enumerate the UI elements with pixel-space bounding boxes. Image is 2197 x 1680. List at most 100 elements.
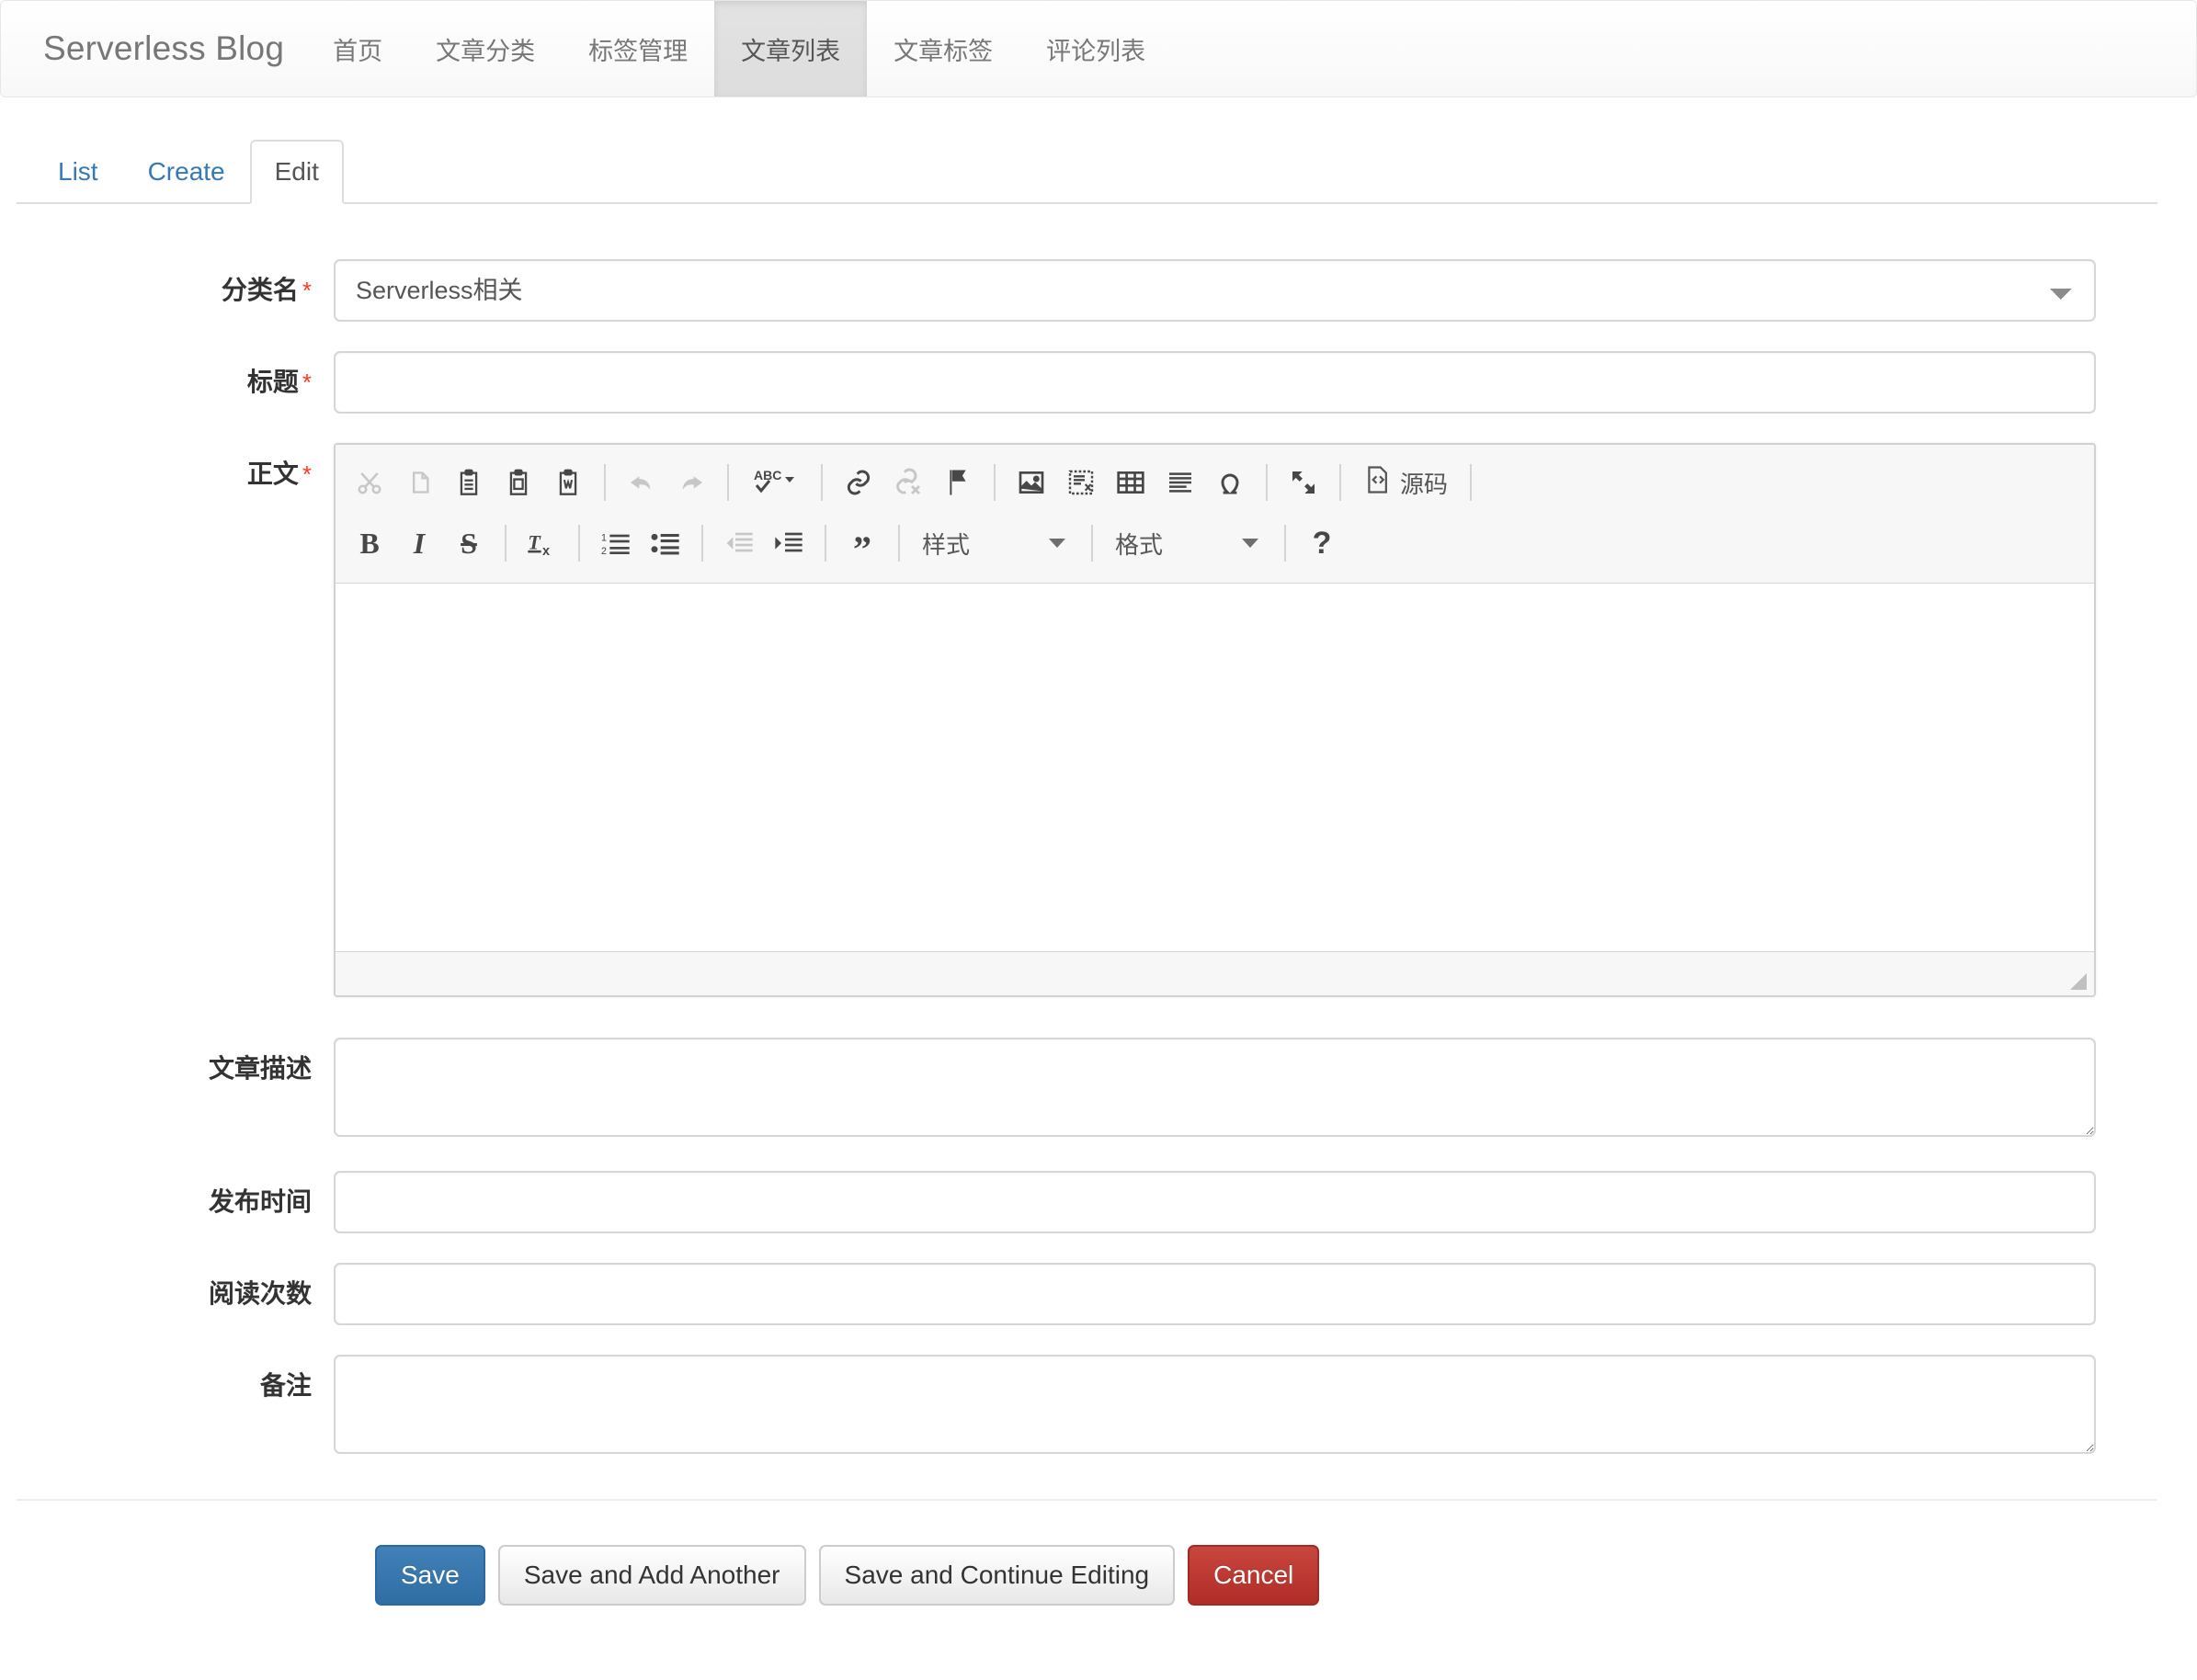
strikethrough-glyph: S	[461, 526, 477, 560]
paste-word-icon[interactable]	[544, 459, 592, 506]
copy-icon[interactable]	[395, 459, 443, 506]
save-and-add-another-button[interactable]: Save and Add Another	[497, 1545, 806, 1606]
required-marker: *	[302, 277, 312, 304]
nav-item-tag-management[interactable]: 标签管理	[562, 1, 714, 96]
editor-footer	[336, 951, 2094, 995]
toolbar-separator	[1266, 464, 1268, 501]
toolbar-separator	[604, 464, 606, 501]
label-content-text: 正文	[246, 460, 299, 488]
nav-item-article-tag[interactable]: 文章标签	[867, 1, 1019, 96]
nav-item-home[interactable]: 首页	[306, 1, 409, 96]
nav-item-comment-list[interactable]: 评论列表	[1019, 1, 1172, 96]
tab-list[interactable]: List	[33, 140, 123, 204]
category-select[interactable]: Serverless相关	[334, 259, 2096, 322]
italic-icon[interactable]: I	[395, 519, 443, 567]
label-category: 分类名 *	[0, 259, 334, 307]
field-category: Serverless相关	[334, 259, 2096, 322]
label-description: 文章描述	[208, 1054, 312, 1083]
italic-glyph: I	[413, 526, 426, 560]
editor-content-area[interactable]	[336, 584, 2094, 951]
toolbar-separator	[1339, 464, 1341, 501]
form-actions: Save Save and Add Another Save and Conti…	[0, 1501, 2197, 1606]
image-icon[interactable]	[1007, 459, 1055, 506]
cancel-button[interactable]: Cancel	[1188, 1545, 1320, 1606]
tab-create[interactable]: Create	[123, 140, 250, 204]
svg-text:T: T	[528, 531, 541, 554]
tab-edit[interactable]: Edit	[249, 140, 344, 204]
toolbar-separator	[1284, 525, 1286, 562]
bold-icon[interactable]: B	[346, 519, 393, 567]
description-textarea[interactable]	[334, 1038, 2096, 1137]
bold-glyph: B	[359, 526, 380, 560]
remark-textarea[interactable]	[334, 1355, 2096, 1454]
save-and-continue-editing-button[interactable]: Save and Continue Editing	[818, 1545, 1176, 1606]
toolbar-separator	[1091, 525, 1093, 562]
form-row-read-count: 阅读次数	[0, 1263, 2197, 1325]
chevron-down-icon	[1242, 539, 1258, 548]
svg-text:ABC: ABC	[754, 468, 781, 482]
svg-text:2: 2	[601, 546, 607, 557]
cut-icon[interactable]	[346, 459, 393, 506]
outdent-icon[interactable]	[715, 519, 763, 567]
table-icon[interactable]	[1107, 459, 1155, 506]
omega-icon[interactable]	[1206, 459, 1254, 506]
label-remark: 备注	[259, 1371, 312, 1400]
label-content: 正文 *	[0, 443, 334, 491]
form-row-title: 标题 *	[0, 351, 2197, 414]
form-row-category: 分类名 * Serverless相关	[0, 259, 2197, 322]
styles-combo-label: 样式	[922, 530, 971, 559]
publish-time-input[interactable]	[334, 1171, 2096, 1233]
source-code-icon	[1363, 465, 1391, 501]
toolbar-separator	[1470, 464, 1473, 501]
strikethrough-icon[interactable]: S	[445, 519, 493, 567]
unlink-icon[interactable]	[884, 459, 932, 506]
svg-text:1: 1	[601, 532, 607, 543]
format-combo[interactable]: 格式	[1106, 519, 1271, 567]
iframe-icon[interactable]	[1057, 459, 1105, 506]
nav-item-article-category[interactable]: 文章分类	[409, 1, 562, 96]
blockquote-icon[interactable]: ”	[838, 519, 886, 568]
field-title	[334, 351, 2096, 414]
source-code-label: 源码	[1400, 470, 1449, 498]
field-publish-time	[334, 1171, 2096, 1233]
spellcheck-icon[interactable]: ABC	[741, 459, 809, 506]
anchor-flag-icon[interactable]	[934, 459, 982, 506]
undo-icon[interactable]	[618, 459, 666, 506]
toolbar-separator	[578, 525, 580, 562]
paste-icon[interactable]	[445, 459, 493, 506]
horizontal-rule-icon[interactable]	[1156, 459, 1204, 506]
remove-format-icon[interactable]: T x	[518, 519, 566, 567]
link-icon[interactable]	[835, 459, 882, 506]
label-read-count: 阅读次数	[208, 1279, 312, 1308]
bulleted-list-icon[interactable]	[642, 519, 689, 567]
title-input[interactable]	[334, 351, 2096, 414]
editor-toolbar-row-1: ABC 源码	[345, 452, 2085, 513]
form-row-remark: 备注	[0, 1355, 2197, 1459]
redo-icon[interactable]	[667, 459, 715, 506]
help-icon[interactable]: ?	[1298, 519, 1346, 567]
page-tabs: List Create Edit	[17, 132, 2157, 204]
toolbar-separator	[994, 464, 996, 501]
editor-resize-handle[interactable]	[2070, 973, 2087, 990]
navbar-menu: 首页 文章分类 标签管理 文章列表 文章标签 评论列表	[306, 1, 1172, 96]
toolbar-separator	[825, 525, 826, 562]
toolbar-separator	[505, 525, 507, 562]
paste-text-icon[interactable]	[495, 459, 542, 506]
toolbar-separator	[821, 464, 823, 501]
maximize-icon[interactable]	[1280, 459, 1327, 506]
form-row-publish-time: 发布时间	[0, 1171, 2197, 1233]
styles-combo[interactable]: 样式	[913, 519, 1078, 567]
source-code-button[interactable]: 源码	[1352, 459, 1459, 506]
required-marker: *	[302, 369, 312, 396]
top-navbar: Serverless Blog 首页 文章分类 标签管理 文章列表 文章标签 评…	[0, 0, 2197, 97]
indent-icon[interactable]	[765, 519, 813, 567]
rich-text-editor: ABC 源码 B I S T x 1 2 ” 样式 格式 ?	[334, 443, 2096, 997]
read-count-input[interactable]	[334, 1263, 2096, 1325]
toolbar-separator	[898, 525, 900, 562]
save-button[interactable]: Save	[375, 1545, 485, 1606]
nav-item-article-list[interactable]: 文章列表	[714, 1, 868, 96]
label-title-text: 标题	[246, 368, 299, 396]
numbered-list-icon[interactable]: 1 2	[592, 519, 640, 567]
navbar-brand[interactable]: Serverless Blog	[1, 1, 306, 96]
field-remark	[334, 1355, 2096, 1459]
